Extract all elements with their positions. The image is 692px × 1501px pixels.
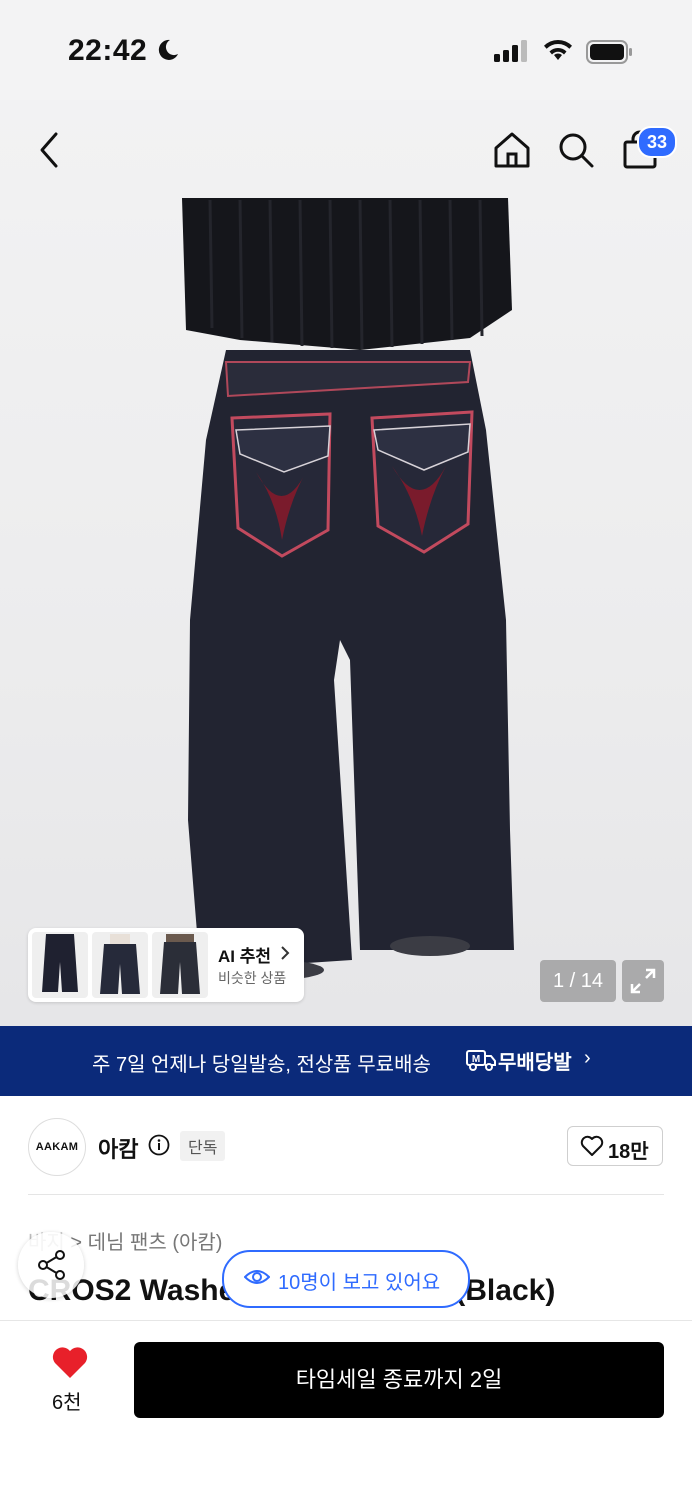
brand-like-count: 18만: [608, 1141, 649, 1163]
eye-icon: [244, 1270, 270, 1284]
brand-row: AAKAM 아캄 단독 18만: [0, 1110, 692, 1190]
viewers-pill: 10명이 보고 있어요: [222, 1250, 470, 1308]
chevron-right-icon: ›: [584, 1047, 591, 1069]
heart-outline-icon: [580, 1135, 604, 1156]
delivery-banner[interactable]: 주 7일 언제나 당일발송, 전상품 무료배송 M 무배당발 ›: [0, 1026, 692, 1096]
divider: [28, 1194, 664, 1195]
expand-icon: [630, 968, 656, 994]
banner-text: 주 7일 언제나 당일발송, 전상품 무료배송: [92, 1054, 431, 1076]
thumbnail-1[interactable]: [32, 932, 88, 998]
wifi-icon: [544, 40, 572, 60]
home-icon[interactable]: [492, 130, 532, 170]
image-counter: 1 / 14: [540, 960, 616, 1002]
share-button[interactable]: [18, 1232, 84, 1298]
ai-recommendation-card[interactable]: AI 추천 비슷한 상품: [28, 928, 304, 1002]
brand-name[interactable]: 아캄: [98, 1132, 138, 1164]
info-icon[interactable]: [148, 1134, 170, 1156]
chevron-right-icon: [281, 946, 290, 960]
product-photo[interactable]: [0, 100, 692, 1026]
search-icon[interactable]: [556, 130, 596, 170]
cellular-signal-icon: [494, 40, 527, 62]
truck-icon: M: [466, 1050, 496, 1071]
heart-filled-icon[interactable]: [51, 1346, 89, 1380]
share-icon: [38, 1250, 65, 1280]
expand-button[interactable]: [622, 960, 664, 1002]
svg-text:M: M: [472, 1054, 480, 1065]
status-bar: 22:42: [0, 0, 692, 100]
ai-recommend-title: AI 추천: [218, 947, 272, 966]
product-title-right: (Black): [455, 1274, 556, 1307]
top-navigation: [0, 100, 692, 200]
jeans-image: [182, 198, 514, 980]
moon-icon: [158, 39, 178, 60]
battery-icon: [586, 40, 632, 64]
cart-count-badge: 33: [637, 126, 677, 158]
back-arrow-icon[interactable]: [36, 130, 64, 170]
brand-logo[interactable]: AAKAM: [28, 1118, 86, 1176]
banner-brand: 무배당발: [498, 1052, 572, 1074]
exclusive-tag: 단독: [180, 1131, 226, 1161]
ai-recommend-subtitle: 비슷한 상품: [218, 970, 287, 986]
thumbnail-2[interactable]: [92, 932, 148, 998]
buy-button[interactable]: 타임세일 종료까지 2일: [134, 1342, 664, 1418]
wishlist-count: 6천: [52, 1392, 82, 1414]
viewers-text: 10명이 보고 있어요: [278, 1272, 441, 1294]
brand-like-button[interactable]: 18만: [567, 1126, 663, 1166]
breadcrumb-child[interactable]: 데님 팬츠 (아캄): [88, 1232, 223, 1254]
thumbnail-3[interactable]: [152, 932, 208, 998]
status-time: 22:42: [68, 34, 148, 67]
